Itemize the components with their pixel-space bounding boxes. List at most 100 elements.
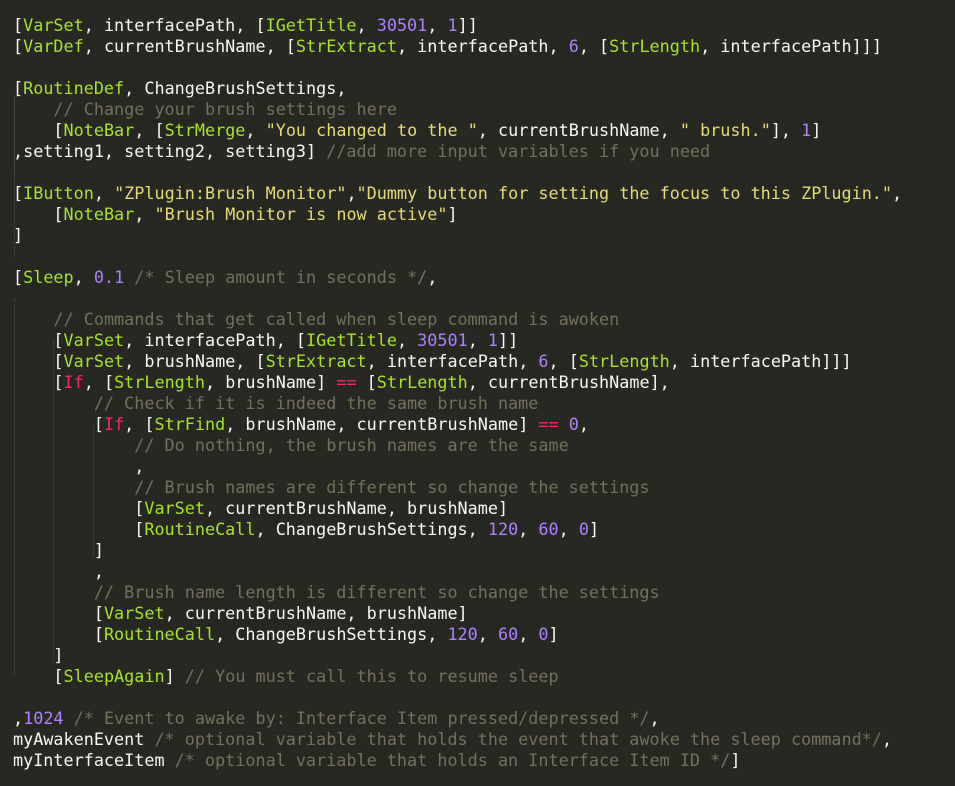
code-text: [: [13, 372, 64, 392]
code-line: myInterfaceItem /* optional variable tha…: [13, 750, 740, 771]
keyword-token: NoteBar: [63, 120, 135, 140]
number-token: 0: [568, 414, 579, 434]
code-text: [: [13, 519, 145, 539]
code-text: ]: [13, 225, 24, 245]
code-text: ,: [13, 561, 104, 581]
code-text: , [: [124, 414, 155, 434]
code-line: ]: [13, 645, 64, 666]
keyword-token: StrMerge: [164, 120, 246, 140]
number-token: 60: [497, 624, 519, 644]
string-token: "Brush Monitor is now active": [154, 204, 448, 224]
code-line: myAwakenEvent /* optional variable that …: [13, 729, 892, 750]
code-text: ]: [730, 750, 741, 770]
keyword-token: VarSet: [144, 498, 205, 518]
keyword-token: StrExtract: [265, 351, 367, 371]
code-text: ,: [13, 456, 145, 476]
code-line: [RoutineDef, ChangeBrushSettings,: [13, 78, 346, 99]
code-text: , currentBrushName,: [477, 120, 680, 140]
code-text: , [: [83, 372, 115, 392]
keyword-token: RoutineCall: [103, 624, 216, 644]
number-token: 1024: [23, 708, 64, 728]
number-token: 60: [538, 519, 559, 539]
code-editor[interactable]: [VarSet, interfacePath, [IGetTitle, 3050…: [0, 0, 955, 786]
code-text: [: [13, 666, 64, 686]
code-text: , interfacePath]]]: [669, 351, 852, 371]
code-text: ]]: [498, 330, 519, 350]
operator-token: If: [63, 372, 84, 392]
keyword-token: IGetTitle: [265, 15, 357, 35]
keyword-token: RoutineCall: [144, 519, 256, 539]
code-line: [Sleep, 0.1 /* Sleep amount in seconds *…: [13, 267, 437, 288]
code-text: ]: [588, 519, 600, 539]
code-text: [: [13, 204, 64, 224]
number-token: 30501: [376, 15, 428, 35]
code-text: ,: [346, 183, 357, 203]
code-line: [VarSet, interfacePath, [IGetTitle, 3050…: [13, 330, 518, 351]
code-text: , interfacePath, [: [124, 330, 307, 350]
number-token: 0: [578, 519, 589, 539]
code-text: ,: [356, 15, 377, 35]
comment-token: // Change your brush settings here: [53, 99, 397, 119]
code-text: ],: [770, 120, 802, 140]
code-text: ]: [13, 645, 64, 665]
code-text: ,: [892, 183, 903, 203]
keyword-token: IButton: [23, 183, 94, 203]
code-text: , brushName, currentBrushName]: [225, 414, 539, 434]
number-token: 1: [487, 330, 499, 350]
code-line: // Change your brush settings here: [13, 99, 397, 120]
comment-token: /* Sleep amount in seconds */: [134, 267, 428, 287]
code-text: , currentBrushName, brushName]: [204, 498, 509, 518]
string-token: "Dummy button for setting the focus to t…: [356, 183, 893, 203]
code-line: [NoteBar, "Brush Monitor is now active"]: [13, 204, 457, 225]
code-text: , ChangeBrushSettings,: [124, 78, 347, 98]
code-text: [: [13, 351, 64, 371]
comment-token: // Do nothing, the brush names are the s…: [134, 435, 569, 455]
code-line: [SleepAgain] // You must call this to re…: [13, 666, 558, 687]
code-text: myInterfaceItem: [13, 750, 175, 770]
string-token: " brush.": [679, 120, 771, 140]
code-text: , ChangeBrushSettings,: [215, 624, 448, 644]
code-text: ,: [578, 414, 589, 434]
code-line: // Brush name length is different so cha…: [13, 582, 660, 603]
keyword-token: StrLength: [114, 372, 205, 392]
keyword-token: VarSet: [103, 603, 165, 623]
number-token: 0.1: [93, 267, 125, 287]
comment-token: // Brush name length is different so cha…: [93, 582, 660, 602]
code-text: ,: [13, 708, 24, 728]
keyword-token: RoutineDef: [23, 78, 125, 98]
comment-token: /* Event to awake by: Interface Item pre…: [73, 708, 650, 728]
code-text: [: [13, 603, 104, 623]
code-line: [VarSet, currentBrushName, brushName]: [13, 498, 508, 519]
code-text: , brushName]: [205, 372, 337, 392]
code-text: ,: [649, 708, 660, 728]
code-text: , [: [134, 120, 165, 140]
keyword-token: Sleep: [23, 267, 74, 287]
code-text: [: [13, 330, 64, 350]
code-text: [: [13, 36, 24, 56]
code-line: ,1024 /* Event to awake by: Interface It…: [13, 708, 660, 729]
comment-token: // Commands that get called when sleep c…: [53, 309, 620, 329]
code-text: ,: [134, 204, 155, 224]
code-text: [: [13, 120, 64, 140]
number-token: 0: [538, 624, 549, 644]
code-line: ,: [13, 456, 144, 477]
number-token: 1: [801, 120, 812, 140]
number-token: 6: [568, 36, 579, 56]
code-text: ,: [518, 519, 539, 539]
code-line: [NoteBar, [StrMerge, "You changed to the…: [13, 120, 821, 141]
code-text: [: [13, 267, 24, 287]
code-text: , currentBrushName],: [467, 372, 670, 392]
code-text: ,: [427, 15, 448, 35]
code-text: , [: [548, 351, 579, 371]
code-line: [If, [StrFind, brushName, currentBrushNa…: [13, 414, 589, 435]
code-line: // Brush names are different so change t…: [13, 477, 649, 498]
string-token: "ZPlugin:Brush Monitor": [114, 183, 347, 203]
code-text: [: [13, 624, 104, 644]
string-token: "You changed to the ": [265, 120, 478, 140]
code-line: [VarDef, currentBrushName, [StrExtract, …: [13, 36, 882, 57]
comment-token: /* optional variable that holds the even…: [154, 729, 882, 749]
code-text: [: [13, 498, 145, 518]
